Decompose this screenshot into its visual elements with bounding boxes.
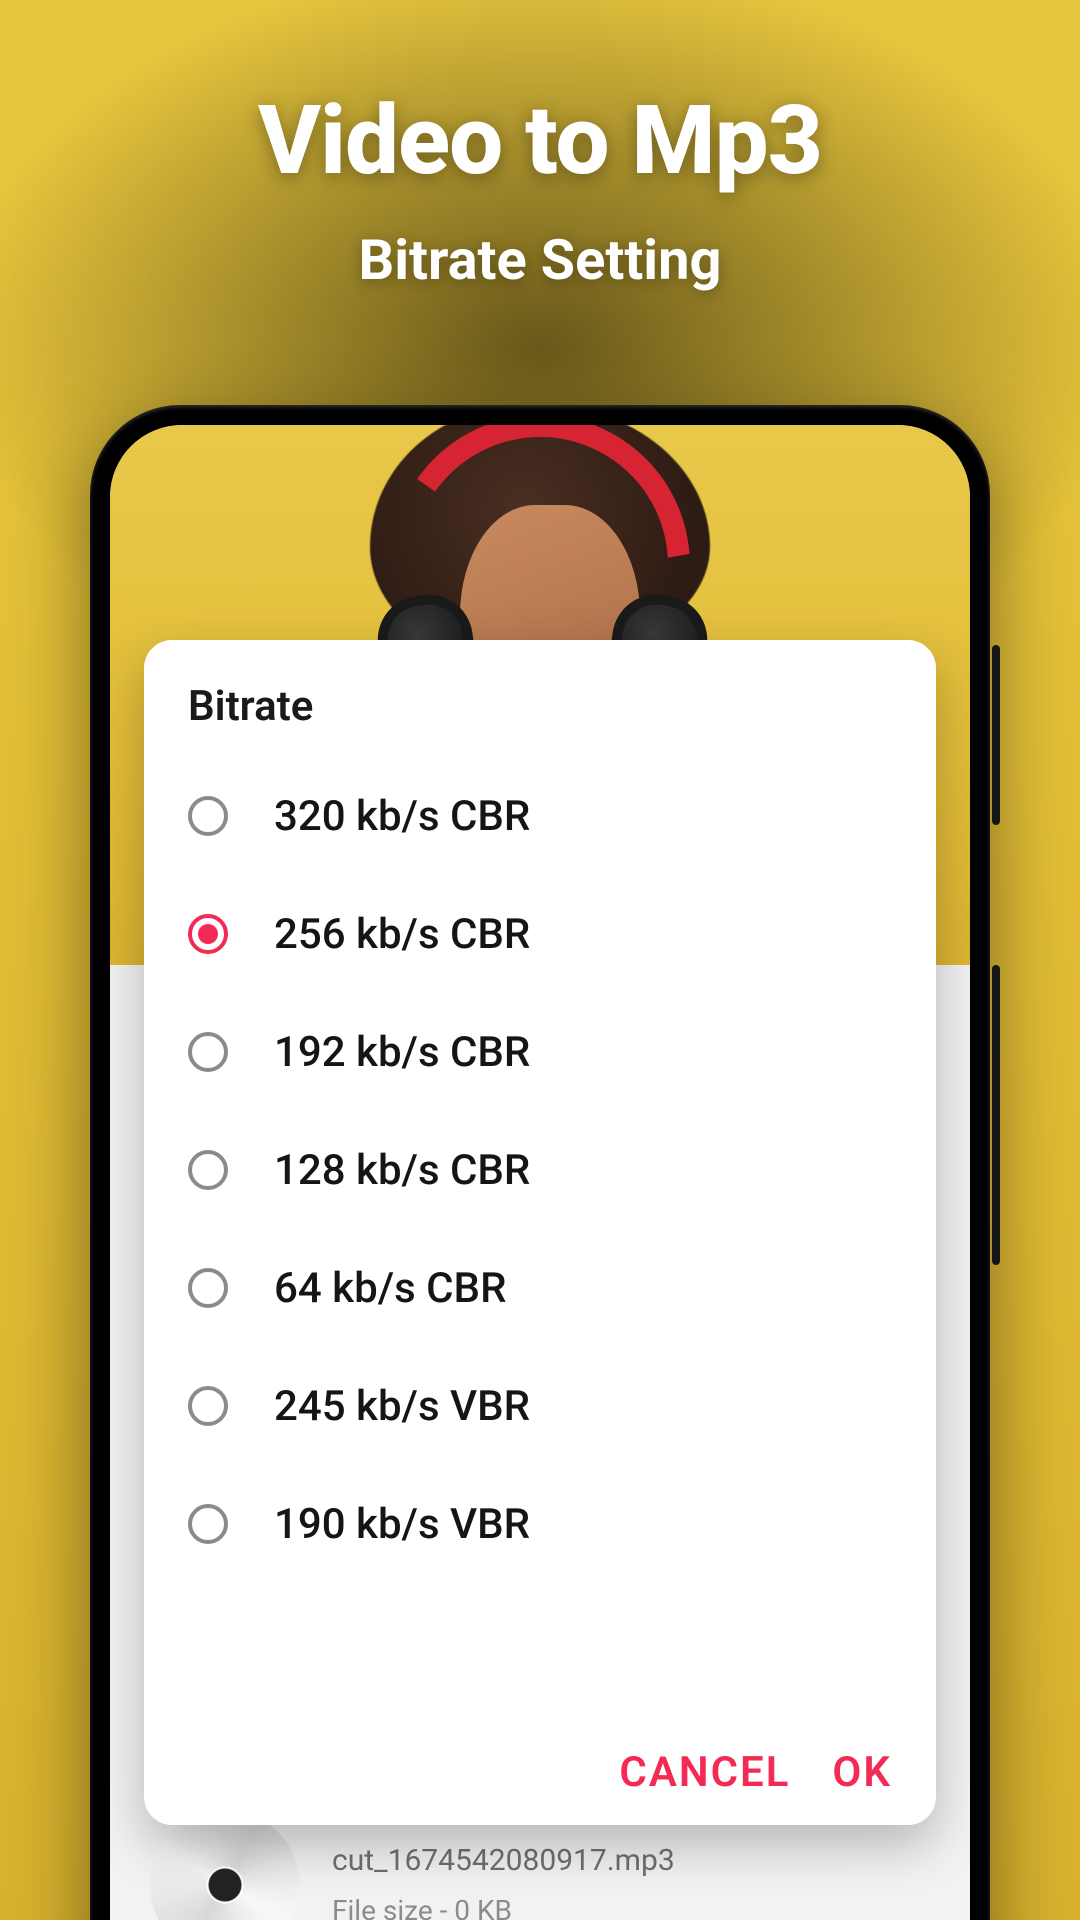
dialog-title: Bitrate [188, 682, 892, 731]
bitrate-option-192[interactable]: 192 kb/s CBR [188, 993, 892, 1111]
radio-icon [188, 1504, 228, 1544]
phone-frame: cut_1674542080917.mp3 File size - 0 KB B… [90, 405, 990, 1920]
phone-screen: cut_1674542080917.mp3 File size - 0 KB B… [110, 425, 970, 1920]
option-label: 245 kb/s VBR [274, 1382, 530, 1431]
radio-icon [188, 914, 228, 954]
file-name: cut_1674542080917.mp3 [332, 1843, 675, 1878]
app-store-screenshot: Video to Mp3 Bitrate Setting [0, 0, 1080, 1920]
option-label: 128 kb/s CBR [274, 1146, 530, 1195]
file-meta: cut_1674542080917.mp3 File size - 0 KB [332, 1843, 675, 1920]
ok-button[interactable]: OK [832, 1748, 892, 1797]
bitrate-options: 320 kb/s CBR 256 kb/s CBR 192 kb/s CBR 1… [188, 757, 892, 1730]
radio-icon [188, 1032, 228, 1072]
bitrate-option-190v[interactable]: 190 kb/s VBR [188, 1465, 892, 1583]
option-label: 190 kb/s VBR [274, 1500, 530, 1549]
bitrate-dialog: Bitrate 320 kb/s CBR 256 kb/s CBR 192 kb… [144, 640, 936, 1825]
hero-subtitle: Bitrate Setting [0, 227, 1080, 293]
hero: Video to Mp3 Bitrate Setting [0, 85, 1080, 293]
hero-title: Video to Mp3 [0, 85, 1080, 197]
radio-icon [188, 1268, 228, 1308]
bitrate-option-245v[interactable]: 245 kb/s VBR [188, 1347, 892, 1465]
bitrate-option-320[interactable]: 320 kb/s CBR [188, 757, 892, 875]
radio-icon [188, 1386, 228, 1426]
option-label: 64 kb/s CBR [274, 1264, 507, 1313]
option-label: 320 kb/s CBR [274, 792, 530, 841]
disc-icon [150, 1810, 300, 1920]
bitrate-option-256[interactable]: 256 kb/s CBR [188, 875, 892, 993]
file-size: File size - 0 KB [332, 1894, 675, 1920]
bitrate-option-64[interactable]: 64 kb/s CBR [188, 1229, 892, 1347]
radio-icon [188, 796, 228, 836]
option-label: 192 kb/s CBR [274, 1028, 530, 1077]
bitrate-option-128[interactable]: 128 kb/s CBR [188, 1111, 892, 1229]
cancel-button[interactable]: CANCEL [619, 1748, 790, 1797]
option-label: 256 kb/s CBR [274, 910, 530, 959]
dialog-actions: CANCEL OK [188, 1730, 892, 1797]
radio-icon [188, 1150, 228, 1190]
